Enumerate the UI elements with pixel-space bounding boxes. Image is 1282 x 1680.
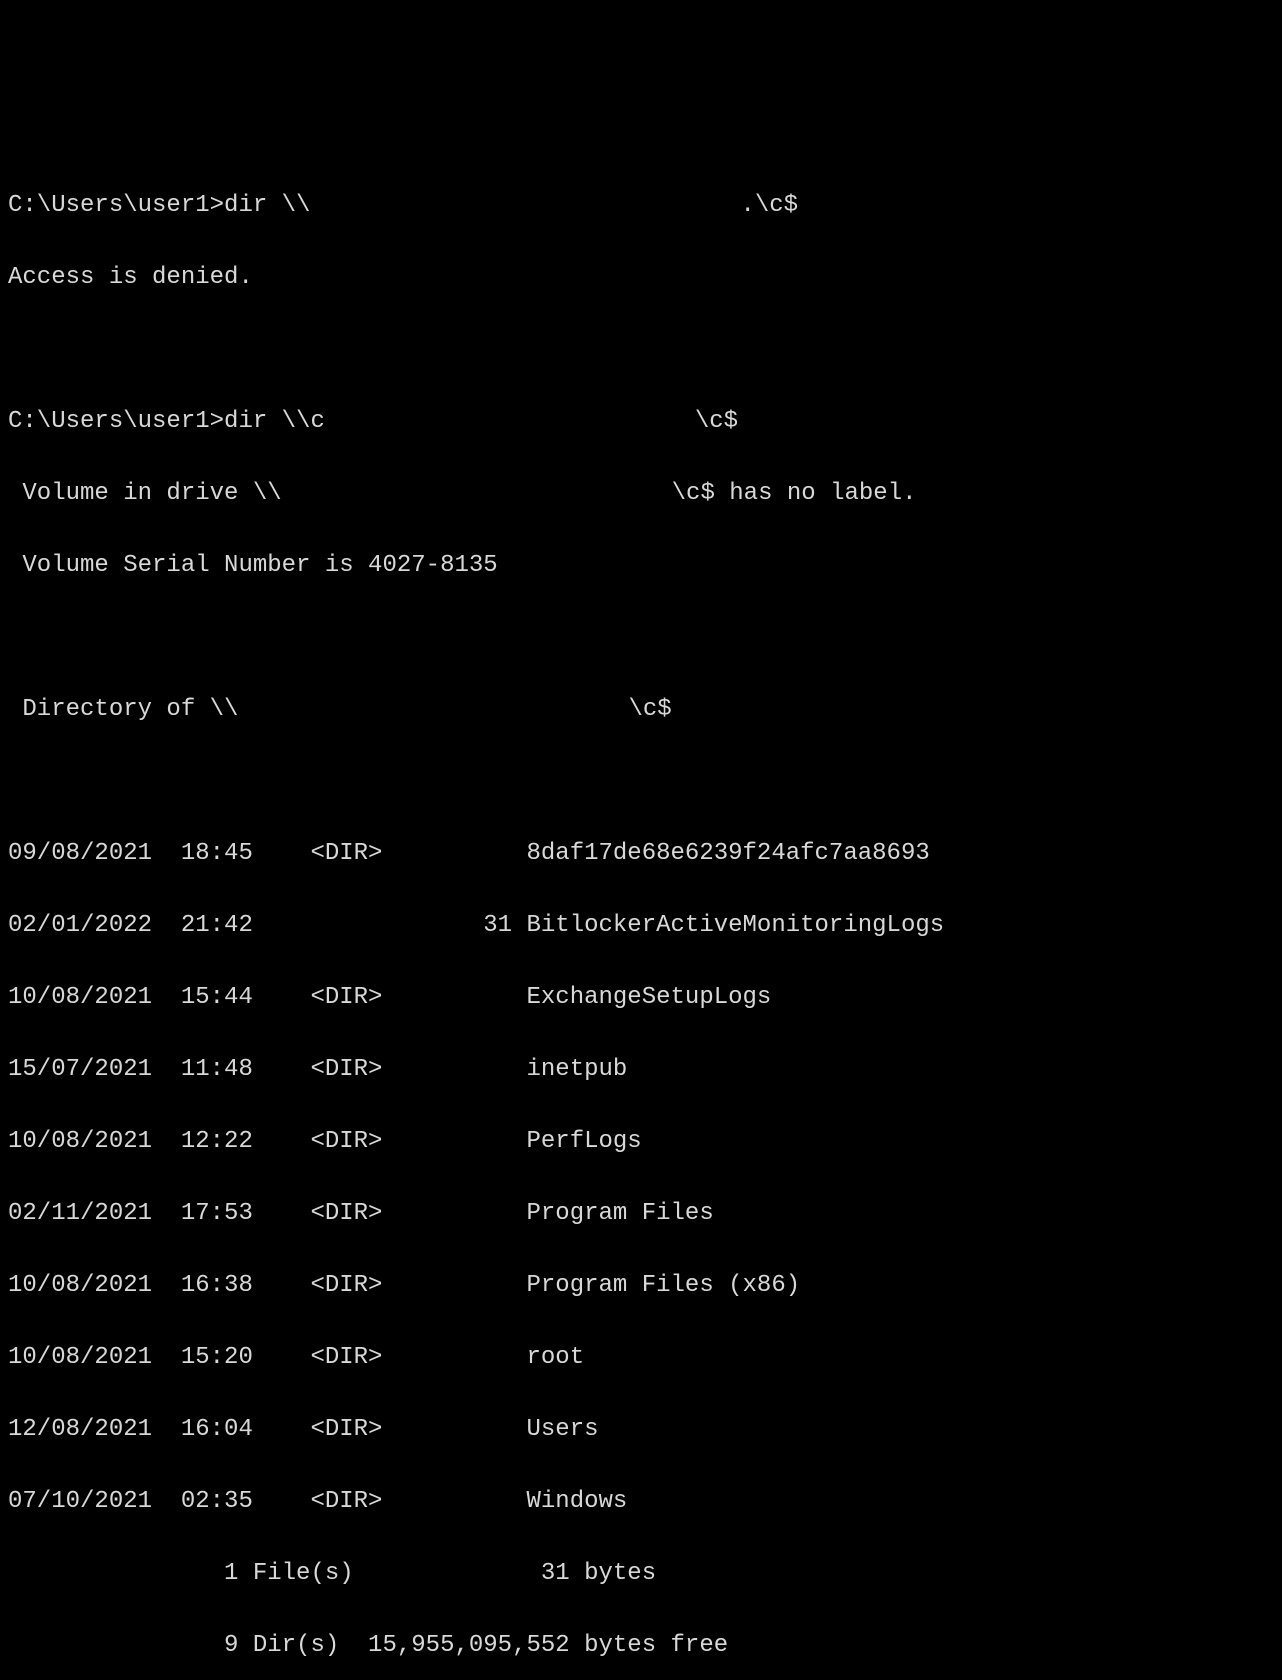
prompt: C:\Users\user1> bbox=[8, 408, 224, 435]
command-post: \c$ bbox=[695, 408, 738, 435]
volume-label-line: Volume in drive \\ \c$ has no label. bbox=[8, 476, 1274, 512]
redacted-host bbox=[238, 692, 628, 728]
dir-entry: 12/08/2021 16:04 <DIR> Users bbox=[8, 1412, 1274, 1448]
redacted-host bbox=[310, 188, 740, 224]
dir-entry: 10/08/2021 12:22 <DIR> PerfLogs bbox=[8, 1124, 1274, 1160]
directory-of-line: Directory of \\ \c$ bbox=[8, 692, 1274, 728]
dir-entry: 07/10/2021 02:35 <DIR> Windows bbox=[8, 1484, 1274, 1520]
dir-entry: 09/08/2021 18:45 <DIR> 8daf17de68e6239f2… bbox=[8, 836, 1274, 872]
dir-entry: 10/08/2021 16:38 <DIR> Program Files (x8… bbox=[8, 1268, 1274, 1304]
volume-post: \c$ has no label. bbox=[672, 480, 917, 507]
error-line: Access is denied. bbox=[8, 260, 1274, 296]
dir-entry: 10/08/2021 15:20 <DIR> root bbox=[8, 1340, 1274, 1376]
blank-line bbox=[8, 620, 1274, 656]
blank-line bbox=[8, 332, 1274, 368]
dir-entry: 15/07/2021 11:48 <DIR> inetpub bbox=[8, 1052, 1274, 1088]
prompt: C:\Users\user1> bbox=[8, 192, 224, 219]
redacted-host bbox=[282, 476, 672, 512]
summary-files: 1 File(s) 31 bytes bbox=[8, 1556, 1274, 1592]
dirof-pre: Directory of \\ bbox=[8, 696, 238, 723]
redacted-host bbox=[325, 404, 695, 440]
command-post: .\c$ bbox=[740, 192, 798, 219]
dir-entry: 10/08/2021 15:44 <DIR> ExchangeSetupLogs bbox=[8, 980, 1274, 1016]
volume-pre: Volume in drive \\ bbox=[8, 480, 282, 507]
summary-dirs: 9 Dir(s) 15,955,095,552 bytes free bbox=[8, 1628, 1274, 1664]
cmd-line-1: C:\Users\user1>dir \\ .\c$ bbox=[8, 188, 1274, 224]
dirof-post: \c$ bbox=[628, 696, 671, 723]
blank-line bbox=[8, 764, 1274, 800]
dir-entry: 02/01/2022 21:42 31 BitlockerActiveMonit… bbox=[8, 908, 1274, 944]
command-pre: dir \\c bbox=[224, 408, 325, 435]
dir-entry: 02/11/2021 17:53 <DIR> Program Files bbox=[8, 1196, 1274, 1232]
volume-serial-line: Volume Serial Number is 4027-8135 bbox=[8, 548, 1274, 584]
terminal-output[interactable]: C:\Users\user1>dir \\ .\c$ Access is den… bbox=[8, 152, 1274, 1680]
command-pre: dir \\ bbox=[224, 192, 310, 219]
cmd-line-2: C:\Users\user1>dir \\c \c$ bbox=[8, 404, 1274, 440]
